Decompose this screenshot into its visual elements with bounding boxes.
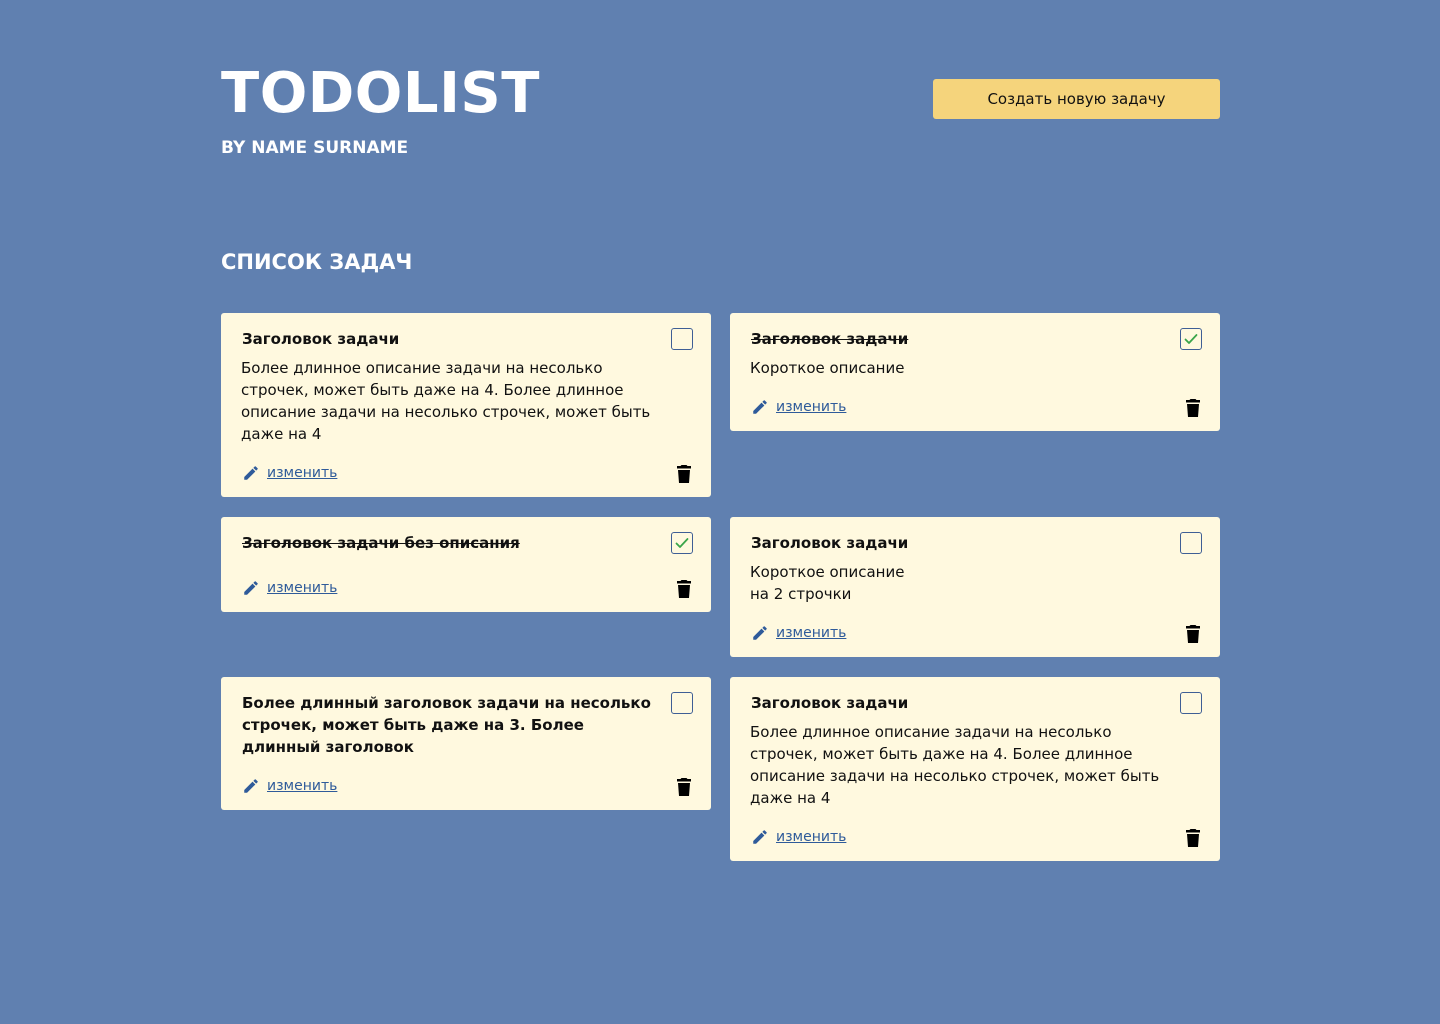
task-title: Заголовок задачи: [751, 534, 909, 552]
task-checkbox[interactable]: [671, 532, 693, 554]
edit-task-label[interactable]: изменить: [267, 777, 337, 795]
edit-task-label[interactable]: изменить: [776, 624, 846, 642]
edit-task-link[interactable]: изменить: [751, 828, 846, 846]
task-title: Более длинный заголовок задачи на несоль…: [242, 694, 651, 756]
task-card: Заголовок задачи без описания изменить: [221, 517, 711, 612]
task-checkbox[interactable]: [671, 328, 693, 350]
pencil-icon: [244, 581, 258, 595]
edit-task-label[interactable]: изменить: [267, 464, 337, 482]
trash-icon[interactable]: [677, 778, 691, 796]
trash-icon[interactable]: [677, 465, 691, 483]
task-title: Заголовок задачи: [751, 330, 909, 348]
edit-task-link[interactable]: изменить: [751, 624, 846, 642]
edit-task-link[interactable]: изменить: [242, 464, 337, 482]
task-description: Более длинное описание задачи на несольк…: [241, 359, 651, 443]
task-title: Заголовок задачи без описания: [242, 534, 520, 552]
trash-icon[interactable]: [1186, 625, 1200, 643]
app-author: BY NAME SURNAME: [221, 138, 409, 158]
task-title: Заголовок задачи: [751, 694, 909, 712]
task-checkbox[interactable]: [1180, 328, 1202, 350]
task-description: Короткое описание: [750, 359, 905, 377]
trash-icon[interactable]: [1186, 399, 1200, 417]
edit-task-label[interactable]: изменить: [267, 579, 337, 597]
edit-task-label[interactable]: изменить: [776, 828, 846, 846]
edit-task-link[interactable]: изменить: [751, 398, 846, 416]
task-checkbox[interactable]: [1180, 532, 1202, 554]
pencil-icon: [244, 466, 258, 480]
edit-task-link[interactable]: изменить: [242, 777, 337, 795]
trash-icon[interactable]: [1186, 829, 1200, 847]
task-list-heading: СПИСОК ЗАДАЧ: [221, 250, 413, 274]
pencil-icon: [753, 626, 767, 640]
task-card: Заголовок задачи Более длинное описание …: [221, 313, 711, 497]
pencil-icon: [244, 779, 258, 793]
task-checkbox[interactable]: [1180, 692, 1202, 714]
edit-task-label[interactable]: изменить: [776, 398, 846, 416]
task-card: Заголовок задачи Короткое описание на 2 …: [730, 517, 1220, 657]
trash-icon[interactable]: [677, 580, 691, 598]
task-checkbox[interactable]: [671, 692, 693, 714]
create-task-button[interactable]: Создать новую задачу: [933, 79, 1220, 119]
app-title: TODOLIST: [221, 61, 540, 126]
pencil-icon: [753, 400, 767, 414]
task-title: Заголовок задачи: [242, 330, 400, 348]
task-card: Заголовок задачи Короткое описание измен…: [730, 313, 1220, 431]
task-description: Короткое описание на 2 строчки: [750, 563, 905, 603]
checkmark-icon: [1184, 334, 1198, 344]
edit-task-link[interactable]: изменить: [242, 579, 337, 597]
pencil-icon: [753, 830, 767, 844]
task-card: Более длинный заголовок задачи на несоль…: [221, 677, 711, 810]
task-card: Заголовок задачи Более длинное описание …: [730, 677, 1220, 861]
checkmark-icon: [675, 538, 689, 548]
task-description: Более длинное описание задачи на несольк…: [750, 723, 1160, 807]
